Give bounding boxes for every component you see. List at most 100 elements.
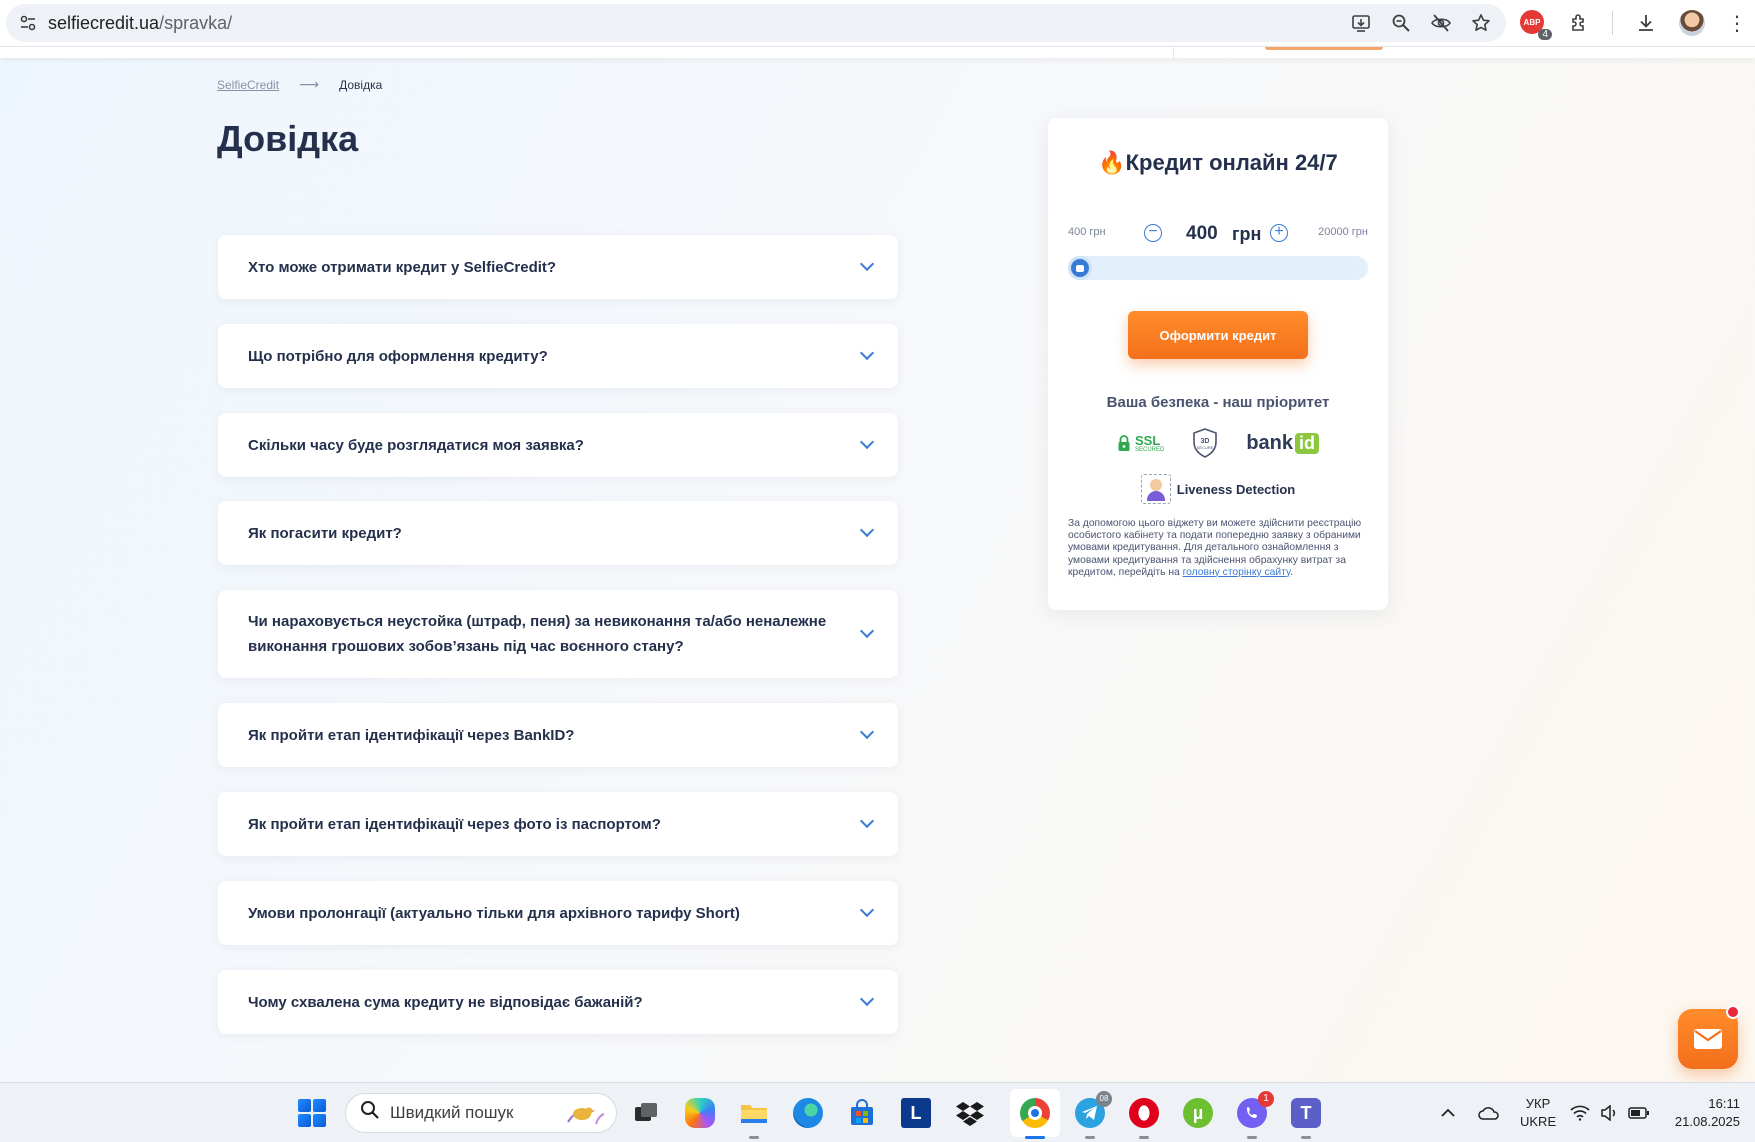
breadcrumb: SelfieCredit ⟶ Довідка [217,76,382,93]
browser-menu-icon[interactable]: ⋮ [1727,11,1747,36]
install-app-icon[interactable] [1350,12,1372,34]
chrome-browser-icon[interactable] [1017,1095,1053,1139]
browser-toolbar: selfiecredit.ua/spravka/ ABP 4 ⋮ [0,0,1755,46]
volume-icon[interactable] [1600,1105,1618,1121]
page-title: Довідка [217,118,359,159]
plus-icon[interactable]: + [1270,224,1288,242]
slider-handle[interactable] [1068,256,1092,280]
language-line1: УКР [1525,1096,1551,1111]
fire-icon: 🔥 [1098,150,1126,175]
task-view-icon[interactable] [628,1095,664,1131]
system-tray-icons[interactable] [1570,1083,1650,1142]
ssl-label: SSL [1134,432,1161,448]
header-button-edge[interactable] [1265,47,1383,50]
widget-title-text: Кредит онлайн 24/7 [1125,150,1338,175]
faq-question: Скільки часу буде розглядатися моя заявк… [248,436,584,454]
envelope-icon [1694,1029,1722,1049]
3d-secure-label: 3D [1201,438,1210,445]
adblock-count: 4 [1538,29,1552,40]
taskbar: Швидкий пошук L 08 µ 1 T УКР UKRE 16:11 … [0,1082,1755,1142]
faq-item[interactable]: Як пройти етап ідентифікації через BankI… [218,703,898,767]
breadcrumb-home-link[interactable]: SelfieCredit [217,78,279,92]
copilot-icon[interactable] [682,1095,718,1131]
url-host: selfiecredit.ua [48,12,160,33]
widget-title: 🔥Кредит онлайн 24/7 [1048,150,1388,176]
tracking-protection-eye-icon[interactable] [1430,12,1452,34]
microsoft-store-icon[interactable] [844,1095,880,1131]
chevron-down-icon[interactable] [859,522,875,538]
wifi-icon[interactable] [1570,1105,1590,1121]
amount-value[interactable]: 400 [1186,223,1218,245]
dropbox-icon[interactable] [952,1095,988,1131]
chevron-down-icon[interactable] [859,902,875,918]
bookmark-star-icon[interactable] [1470,12,1492,34]
security-title: Ваша безпека - наш пріоритет [1106,394,1330,411]
ssl-sub-label: SECURED [1134,446,1165,453]
search-placeholder: Швидкий пошук [390,1103,514,1122]
downloads-icon[interactable] [1635,12,1657,34]
taskbar-search[interactable]: Швидкий пошук [345,1093,617,1133]
faq-item[interactable]: Як пройти етап ідентифікації через фото … [218,792,898,856]
opera-icon[interactable] [1126,1095,1162,1139]
header-divider [1173,47,1174,59]
amount-max-label: 20000 грн [1318,226,1368,238]
profile-avatar[interactable] [1679,10,1705,36]
faq-item[interactable]: Як погасити кредит? [218,501,898,565]
telegram-icon[interactable]: 08 [1072,1091,1112,1139]
onedrive-cloud-icon[interactable] [1478,1083,1500,1142]
faq-question: Як пройти етап ідентифікації через фото … [248,815,661,833]
viber-icon[interactable]: 1 [1234,1091,1274,1139]
apply-credit-button[interactable]: Оформити кредит [1128,311,1308,359]
battery-icon[interactable] [1628,1106,1650,1120]
edge-browser-icon[interactable] [790,1095,826,1131]
url-path: /spravka/ [159,12,233,33]
windows-start-icon[interactable] [298,1099,326,1127]
chevron-down-icon[interactable] [859,813,875,829]
site-info-icon[interactable] [10,5,46,41]
faq-item[interactable]: Хто може отримати кредит у SelfieCredit? [218,235,898,299]
clock-date: 21.08.2025 [1674,1114,1740,1129]
amount-min-label: 400 грн [1068,226,1106,238]
utorrent-icon[interactable]: µ [1180,1095,1216,1131]
3d-secure-shield-icon: 3D SECURE [1192,428,1218,458]
faq-item[interactable]: Скільки часу буде розглядатися моя заявк… [218,413,898,477]
amount-slider[interactable] [1068,256,1368,280]
minus-icon[interactable]: − [1144,224,1162,242]
clock[interactable]: 16:11 21.08.2025 [1670,1083,1740,1142]
faq-item[interactable]: Умови пролонгації (актуально тільки для … [218,881,898,945]
bankid-text: bank [1246,431,1294,454]
liveness-detection: Liveness Detection [1048,474,1388,504]
bankid-id-box: id [1295,432,1320,454]
tray-overflow-chevron-icon[interactable] [1440,1083,1456,1142]
file-explorer-icon[interactable] [736,1095,772,1139]
security-badges: SSL SECURED 3D SECURE bank id [1048,428,1388,458]
site-header-edge [0,46,1755,59]
faq-item[interactable]: Чи нараховується неустойка (штраф, пеня)… [218,590,898,678]
teams-icon[interactable]: T [1288,1095,1324,1139]
l-app-icon[interactable]: L [898,1095,934,1131]
breadcrumb-arrow-icon: ⟶ [299,76,320,92]
zoom-icon[interactable] [1390,12,1412,34]
breadcrumb-current: Довідка [339,77,383,92]
faq-item[interactable]: Чому схвалена сума кредиту не відповідає… [218,970,898,1034]
address-bar[interactable]: selfiecredit.ua/spravka/ [6,4,1506,42]
search-icon [360,1100,380,1126]
adblock-extension-icon[interactable]: ABP 4 [1520,10,1552,40]
faq-item[interactable]: Що потрібно для оформлення кредиту? [218,324,898,388]
credit-widget: 🔥Кредит онлайн 24/7 400 грн − 400 грн + … [1048,118,1388,610]
chevron-down-icon[interactable] [859,724,875,740]
extensions-puzzle-icon[interactable] [1568,12,1590,34]
chevron-down-icon[interactable] [859,434,875,450]
main-page-link[interactable]: головну сторінку сайту [1183,567,1290,578]
faq-question: Як погасити кредит? [248,524,402,542]
chevron-down-icon[interactable] [859,623,875,639]
viber-badge: 1 [1258,1091,1274,1107]
url-text[interactable]: selfiecredit.ua/spravka/ [48,13,232,34]
faq-question: Що потрібно для оформлення кредиту? [248,347,548,365]
chevron-down-icon[interactable] [859,256,875,272]
lock-icon [1118,435,1130,451]
faq-question: Умови пролонгації (актуально тільки для … [248,904,740,922]
chevron-down-icon[interactable] [859,345,875,361]
language-indicator[interactable]: УКР UKRE [1520,1083,1556,1142]
chevron-down-icon[interactable] [859,991,875,1007]
